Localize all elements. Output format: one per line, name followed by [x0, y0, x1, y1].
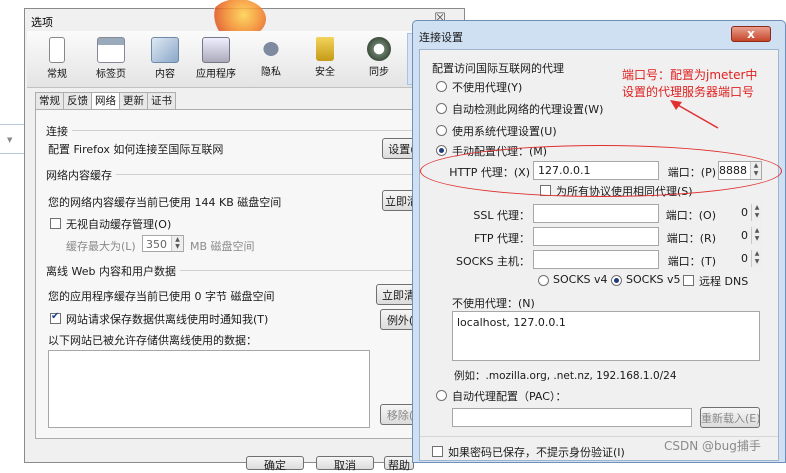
no-proxy-for-label: 不使用代理：(N) [452, 297, 535, 310]
cache-limit-input[interactable]: 350 ▲ ▼ [142, 235, 184, 252]
spinner-icon[interactable]: ▲ ▼ [751, 227, 762, 244]
radio-socks-v5[interactable] [611, 275, 622, 286]
no-auth-prompt-label: 如果密码已保存，不提示身份验证(I) [448, 446, 625, 459]
no-proxy-example: 例如：.mozilla.org, .net.nz, 192.168.1.0/24 [454, 370, 677, 382]
radio-no-proxy[interactable] [436, 81, 447, 92]
highlight-ellipse [420, 145, 782, 197]
reload-button[interactable]: 重新载入(E) [700, 407, 760, 428]
applications-icon [202, 37, 230, 63]
cache-limit-unit: MB 磁盘空间 [190, 240, 255, 253]
remote-dns-label: 远程 DNS [699, 275, 749, 288]
tabs-icon [97, 37, 125, 63]
socks-host-input[interactable] [533, 250, 659, 269]
override-cache-checkbox[interactable] [50, 218, 61, 229]
spinner-icon[interactable]: ▲ ▼ [751, 250, 762, 267]
ok-button[interactable]: 确定 [246, 456, 304, 472]
allowed-sites-list[interactable] [48, 350, 370, 428]
watermark: CSDN @bug捕手 [664, 439, 761, 453]
ftp-proxy-label: FTP 代理： [474, 232, 530, 245]
pane-privacy[interactable]: 隐私 [245, 33, 297, 85]
cache-limit-label: 缓存最大为(L) [66, 240, 136, 253]
spinner-icon[interactable]: ▲ ▼ [751, 204, 762, 221]
general-icon [49, 37, 65, 63]
cache-description: 您的网络内容缓存当前已使用 144 KB 磁盘空间 [48, 196, 282, 209]
ssl-proxy-label: SSL 代理： [473, 209, 530, 222]
tab-feedback[interactable]: 反馈 [63, 92, 92, 110]
network-panel: 连接 配置 Firefox 如何连接至国际互联网 设置(E) 网络内容缓存 您的… [35, 109, 459, 439]
auto-detect-option-label: 自动检测此网络的代理设置(W) [452, 103, 604, 116]
pane-content[interactable]: 内容 [139, 33, 191, 85]
background-input [0, 124, 27, 154]
connection-description: 配置 Firefox 如何连接至国际互联网 [48, 143, 224, 156]
socks-v5-label: SOCKS v5 [626, 273, 681, 286]
no-proxy-option-label: 不使用代理(Y) [452, 81, 523, 94]
radio-pac[interactable] [436, 390, 447, 401]
ftp-port-label: 端口：(R) [666, 232, 716, 245]
no-auth-prompt-checkbox[interactable] [432, 446, 443, 457]
dialog-title: 连接设置 [419, 31, 463, 44]
connection-group: 连接 [46, 123, 456, 139]
socks-host-label: SOCKS 主机： [455, 255, 530, 268]
notify-offline-label: 网站请求保存数据供离线使用时通知我(T) [66, 313, 269, 326]
system-proxy-option-label: 使用系统代理设置(U) [452, 125, 557, 138]
options-window: 选项 ☒ 常规 标签页 内容 应用程序 隐私 安全 同步 常规 反馈 网络 更新… [24, 0, 465, 463]
annotation-arrow-icon [670, 100, 719, 129]
dropdown-caret-icon: ▼ [7, 136, 13, 144]
window-title: 选项 [31, 16, 53, 29]
annotation-line-1: 端口号：配置为jmeter中 [622, 68, 758, 82]
cache-group: 网络内容缓存 [46, 167, 456, 183]
pane-sync[interactable]: 同步 [353, 33, 405, 85]
content-icon [151, 37, 179, 63]
ssl-port-input[interactable]: 0 ▲ ▼ [718, 204, 762, 223]
no-proxy-textarea[interactable]: localhost, 127.0.0.1 [452, 311, 760, 361]
offline-group: 离线 Web 内容和用户数据 [46, 263, 456, 279]
radio-system-proxy[interactable] [436, 125, 447, 136]
offline-description: 您的应用程序缓存当前已使用 0 字节 磁盘空间 [48, 290, 275, 303]
help-button[interactable]: 帮助 [384, 456, 414, 472]
socks-port-label: 端口：(T) [667, 255, 716, 268]
ftp-port-input[interactable]: 0 ▲ ▼ [718, 227, 762, 246]
tab-update[interactable]: 更新 [119, 92, 148, 110]
socks-v4-label: SOCKS v4 [553, 273, 608, 286]
socks-port-input[interactable]: 0 ▲ ▼ [718, 250, 762, 269]
ssl-port-label: 端口：(O) [665, 209, 716, 222]
pane-applications[interactable]: 应用程序 [185, 33, 247, 85]
pac-url-input[interactable] [452, 408, 692, 427]
sync-icon [367, 37, 391, 61]
pane-general[interactable]: 常规 [31, 33, 83, 85]
lock-icon [316, 37, 334, 61]
tab-certificates[interactable]: 证书 [147, 92, 176, 110]
notify-offline-checkbox[interactable] [50, 311, 61, 324]
pane-tabs[interactable]: 标签页 [85, 33, 137, 85]
annotation-text: 端口号：配置为jmeter中 设置的代理服务器端口号 [622, 67, 757, 101]
ssl-proxy-input[interactable] [533, 204, 659, 223]
override-cache-label: 无视自动缓存管理(O) [66, 218, 172, 231]
pac-option-label: 自动代理配置（PAC）： [452, 390, 567, 403]
privacy-mask-icon [258, 37, 284, 61]
cancel-button[interactable]: 取消 [316, 456, 374, 472]
options-toolbar: 常规 标签页 内容 应用程序 隐私 安全 同步 高级 [27, 31, 462, 88]
ftp-proxy-input[interactable] [533, 227, 659, 246]
radio-auto-detect[interactable] [436, 103, 447, 114]
radio-socks-v4[interactable] [538, 275, 549, 286]
allowed-sites-label: 以下网站已被允许存储供离线使用的数据： [48, 334, 257, 347]
radio-manual-proxy[interactable] [436, 145, 447, 156]
tab-general[interactable]: 常规 [35, 92, 64, 110]
remote-dns-checkbox[interactable] [683, 275, 694, 286]
dialog-close-button[interactable]: x [731, 26, 771, 42]
proxy-group-label: 配置访问国际互联网的代理 [432, 62, 564, 75]
spinner-icon[interactable]: ▲ ▼ [171, 236, 183, 251]
pane-security[interactable]: 安全 [299, 33, 351, 85]
